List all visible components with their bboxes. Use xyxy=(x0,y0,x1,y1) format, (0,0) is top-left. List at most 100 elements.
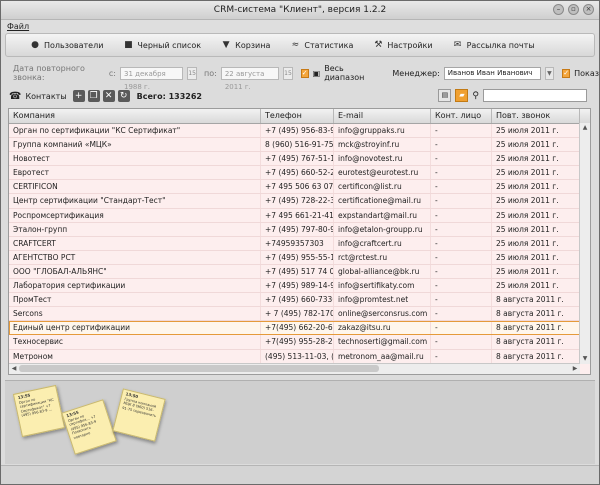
minimize-icon[interactable]: – xyxy=(553,4,564,15)
table-row[interactable]: CERTIFICON +7 495 506 63 07 certificon@lis… xyxy=(9,180,590,195)
horizontal-scrollbar[interactable]: ◀ ▶ xyxy=(9,363,580,374)
copy-icon[interactable]: ❐ xyxy=(87,90,100,102)
show-label: Показ xyxy=(574,68,600,78)
table-cell: - xyxy=(431,124,492,138)
table-row[interactable]: Центр сертификации "Стандарт-Тест" +7 (49… xyxy=(9,194,590,209)
table-row[interactable]: Роспромсертификация +7 495 661-21-41 expst… xyxy=(9,208,590,223)
table-cell: - xyxy=(431,194,492,208)
toolbar-button-5[interactable]: ✉ Рассылка почты xyxy=(443,35,545,55)
toolbar-button-0[interactable]: ● Пользователи xyxy=(20,35,113,55)
add-icon[interactable]: + xyxy=(72,90,85,102)
search-input[interactable] xyxy=(483,89,587,102)
table-row[interactable]: Орган по сертификации "КС Сертификат" +7 … xyxy=(9,124,590,139)
table-cell: +7 (495) 517 74 0... xyxy=(261,264,334,279)
trash-icon: ▼ xyxy=(222,40,230,50)
table-cell: +7(495) 662-20-68 xyxy=(261,321,334,335)
table-cell: - xyxy=(431,250,492,264)
table-cell: Лаборатория сертификации xyxy=(9,279,261,293)
table-row[interactable]: Группа компаний «МЦК» 8 (960) 516-91-75 mc… xyxy=(9,138,590,153)
scroll-right-icon[interactable]: ▶ xyxy=(570,364,580,374)
table-cell: - xyxy=(431,180,492,194)
table-cell: mck@stroyinf.ru xyxy=(334,138,431,152)
notes-panel: 13:55 Орган по сертификации "КС Сертифика… xyxy=(5,380,595,464)
table-cell: zakaz@itsu.ru xyxy=(334,321,431,335)
column-header[interactable]: Телефон xyxy=(261,109,334,123)
table-cell: online@serconsrus.com xyxy=(334,307,431,321)
table-row[interactable]: Лаборатория сертификации +7 (495) 989-14-… xyxy=(9,279,590,294)
table-cell: 8 августа 2011 г. xyxy=(492,307,580,321)
toolbar-button-4[interactable]: ⚒ Настройки xyxy=(363,35,442,55)
calendar-icon[interactable]: 15 xyxy=(283,66,293,80)
delete-icon[interactable]: ✕ xyxy=(102,90,115,102)
toolbar-button-2[interactable]: ▼ Корзина xyxy=(211,35,280,55)
contacts-bar: ☎ Контакты + ❐ ✕ ↻ Всего: 133262 ▤ ▰ ⚲ xyxy=(1,87,599,105)
to-date-field[interactable]: 22 августа 2011 г. xyxy=(220,66,280,91)
calendar-icon[interactable]: 15 xyxy=(187,66,197,80)
table-row[interactable]: Единый центр сертификации +7(495) 662-20-… xyxy=(9,321,590,336)
table-row[interactable]: Эталон-групп +7 (495) 797-80-9 info@etalon… xyxy=(9,222,590,237)
maximize-icon[interactable]: ▫ xyxy=(568,4,579,15)
table-cell: 8 августа 2011 г. xyxy=(492,293,580,307)
vertical-scrollbar[interactable]: ▲ ▼ xyxy=(579,123,590,364)
sticky-note[interactable]: 13:55 Орган по сертификации "КС Сертифика… xyxy=(12,384,66,438)
grid-body: Орган по сертификации "КС Сертификат" +7 … xyxy=(9,124,590,374)
toolbar-button-label: Рассылка почты xyxy=(466,40,535,50)
export-icon[interactable]: ▤ xyxy=(438,89,452,102)
table-cell: +7 495 506 63 07 xyxy=(261,180,334,194)
table-row[interactable]: ООО "ГЛОБАЛ-АЛЬЯНС" +7 (495) 517 74 0... g… xyxy=(9,264,590,280)
table-cell: - xyxy=(431,349,492,363)
table-row[interactable]: Евротест +7 (495) 660-52-28 eurotest@eurot… xyxy=(9,166,590,181)
full-range-icon: ▣ xyxy=(312,68,321,78)
table-row[interactable]: АГЕНТСТВО РСТ +7 (495) 955-55-15 rct@rctes… xyxy=(9,250,590,265)
table-row[interactable]: Техносервис +7(495) 955-28-28 technoserti@… xyxy=(9,335,590,350)
column-header[interactable]: Конт. лицо xyxy=(431,109,492,123)
note-text: Орган по сертификации "КС Сертификат" +7… xyxy=(18,397,55,418)
toolbar-button-label: Статистика xyxy=(304,40,354,50)
table-cell: +7 (495) 660-7330 xyxy=(261,293,334,307)
main-toolbar: ● Пользователи ■ Черный список ▼ Корзина ≈ Стат… xyxy=(5,33,595,57)
table-cell: +7 (495) 956-83-9... xyxy=(261,124,334,138)
table-cell: 25 июля 2011 г. xyxy=(492,264,580,279)
close-icon[interactable]: × xyxy=(583,4,594,15)
table-cell: technoserti@gmail.com xyxy=(334,335,431,349)
table-row[interactable]: Sercons + 7 (495) 782-1708 online@serconsr… xyxy=(9,307,590,322)
table-cell: 25 июля 2011 г. xyxy=(492,138,580,152)
table-cell: 25 июля 2011 г. xyxy=(492,208,580,222)
scroll-up-icon[interactable]: ▲ xyxy=(580,123,590,133)
toolbar-button-1[interactable]: ■ Черный список xyxy=(113,35,211,55)
scroll-left-icon[interactable]: ◀ xyxy=(9,364,19,374)
from-date-field[interactable]: 31 декабря 1988 г. xyxy=(120,66,184,91)
manager-select[interactable]: Иванов Иван Иванович xyxy=(443,66,541,80)
toolbar-button-3[interactable]: ≈ Статистика xyxy=(280,35,363,55)
table-cell: Евротест xyxy=(9,166,261,180)
total-count: Всего: 133262 xyxy=(136,91,202,101)
table-cell: +7 (495) 728-22-36 xyxy=(261,194,334,208)
scroll-thumb[interactable] xyxy=(19,365,379,372)
table-cell: +74959357303 xyxy=(261,236,334,250)
scroll-down-icon[interactable]: ▼ xyxy=(580,354,590,364)
full-range-checkbox[interactable]: ✓ xyxy=(300,68,309,78)
table-row[interactable]: CRAFTCERT +74959357303 info@craftcert.ru -2… xyxy=(9,236,590,251)
column-header[interactable]: Повт. звонок xyxy=(492,109,580,123)
folder-icon[interactable]: ▰ xyxy=(455,89,469,102)
table-cell: - xyxy=(431,307,492,321)
table-cell: Техносервис xyxy=(9,335,261,349)
chevron-down-icon[interactable]: ▼ xyxy=(544,66,555,80)
refresh-icon[interactable]: ↻ xyxy=(117,90,130,102)
sticky-note[interactable]: 13:55 Орган по сертифик... +7 (495) 956-8… xyxy=(61,399,117,455)
toolbar-button-label: Пользователи xyxy=(44,40,104,50)
table-row[interactable]: ПромТест +7 (495) 660-7330 info@promtest.n… xyxy=(9,293,590,308)
menu-file[interactable]: Файл xyxy=(7,22,29,31)
table-row[interactable]: Метроном (495) 513-11-03, (... metronom_aa… xyxy=(9,349,590,364)
table-cell: 25 июля 2011 г. xyxy=(492,166,580,180)
table-row[interactable]: Новотест +7 (495) 767-51-10 info@novotest.… xyxy=(9,152,590,167)
toolbar-button-label: Настройки xyxy=(387,40,433,50)
contacts-label: Контакты xyxy=(25,91,67,101)
sticky-note[interactable]: 13:50 Группа компаний МЦК 8 (960) 516-91-… xyxy=(112,388,166,442)
column-header[interactable]: Компания xyxy=(9,109,261,123)
table-cell: +7(495) 955-28-28 xyxy=(261,335,334,349)
table-cell: 25 июля 2011 г. xyxy=(492,250,580,264)
show-checkbox[interactable]: ✓ xyxy=(562,68,571,78)
column-header[interactable]: E-mail xyxy=(334,109,431,123)
table-cell: - xyxy=(431,293,492,307)
